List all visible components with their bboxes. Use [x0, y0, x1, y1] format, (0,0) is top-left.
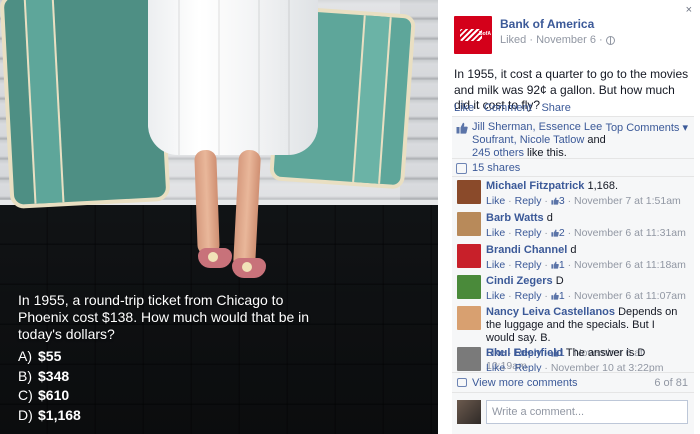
separator-dot: ·	[477, 102, 481, 114]
top-comments-dropdown[interactable]: Top Comments ▾	[605, 121, 688, 134]
comment-text: d	[570, 244, 577, 256]
thumbs-up-icon	[456, 122, 468, 134]
comment-body: Michael Fitzpatrick 1,168. Like · Reply ·…	[486, 180, 686, 208]
post-header: BofA Bank of America Liked · November 6 …	[454, 16, 615, 54]
suitcase-left	[0, 0, 171, 210]
likes-text: Jill Sherman, Essence Lee Soufrant, Nico…	[472, 121, 606, 159]
comment-like-link[interactable]: Like	[486, 290, 505, 302]
post-timestamp[interactable]: Liked · November 6 ·	[500, 34, 603, 46]
quiz-answer: B) $348	[18, 367, 70, 384]
view-more-comments-link[interactable]: View more comments	[472, 377, 578, 389]
comment-body: Rhul Edenfield The answer is D Like · Rep…	[486, 347, 686, 375]
avatar[interactable]	[457, 275, 481, 299]
avatar[interactable]	[457, 180, 481, 204]
thumbs-up-icon	[551, 291, 559, 300]
comment-item: Nancy Leiva Castellanos Depends on the l…	[452, 303, 694, 372]
comment-author-link[interactable]: Brandi Channel	[486, 244, 567, 256]
quiz-question: In 1955, a round-trip ticket from Chicag…	[18, 292, 310, 342]
post-meta: Liked · November 6 ·	[500, 34, 615, 46]
separator-dot: ·	[534, 102, 539, 114]
shoe-left	[198, 248, 232, 268]
comment-item: Barb Watts d Like · Reply · 2 · November …	[452, 209, 694, 240]
like-link[interactable]: Like	[454, 102, 474, 114]
comment-text: The answer is D	[565, 347, 646, 359]
close-icon[interactable]: ×	[686, 4, 692, 16]
comment-reply-link[interactable]: Reply	[515, 195, 542, 207]
share-link[interactable]: Share	[541, 102, 570, 114]
comment-meta: Like · Reply · 1 · November 6 at 11:18am	[486, 259, 686, 271]
share-icon	[456, 163, 467, 174]
comment-timestamp[interactable]: November 7 at 1:51am	[574, 195, 681, 207]
current-user-avatar	[457, 400, 481, 424]
comment-like-link[interactable]: Like	[486, 259, 505, 271]
thumbs-up-icon	[551, 196, 559, 205]
comment-reply-link[interactable]: Reply	[515, 290, 542, 302]
comment-timestamp[interactable]: November 6 at 11:31am	[574, 227, 686, 239]
shares-summary: 15 shares	[452, 159, 694, 177]
bank-of-america-logo[interactable]: BofA	[454, 16, 492, 54]
post-photo[interactable]: In 1955, a round-trip ticket from Chicag…	[0, 0, 438, 434]
view-more-row: View more comments 6 of 81	[452, 372, 694, 392]
comment-body: Barb Watts d Like · Reply · 2 · November …	[486, 212, 686, 240]
comment-author-link[interactable]: Nancy Leiva Castellanos	[486, 306, 615, 318]
comment-text: d	[546, 212, 553, 224]
quiz-answer: A) $55	[18, 348, 62, 364]
comment-reply-link[interactable]: Reply	[515, 259, 542, 271]
comment-item: Rhul Edenfield The answer is D Like · Rep…	[452, 344, 694, 375]
comment-item: Brandi Channel d Like · Reply · 1 · Novem…	[452, 241, 694, 272]
page-name-link[interactable]: Bank of America	[500, 17, 615, 31]
comment-text: 1,168.	[587, 180, 619, 192]
comment-text: D	[555, 275, 564, 287]
comment-like-link[interactable]: Like	[486, 227, 505, 239]
dress	[148, 0, 318, 155]
comment-timestamp[interactable]: November 6 at 11:18am	[574, 259, 686, 271]
avatar[interactable]	[457, 306, 481, 330]
likes-summary: Jill Sherman, Essence Lee Soufrant, Nico…	[452, 117, 694, 159]
write-comment-row: Write a comment...	[452, 392, 694, 434]
avatar[interactable]	[457, 244, 481, 268]
comment-link[interactable]: Comment	[484, 102, 532, 114]
comment-bubble-icon	[457, 378, 467, 387]
leg-left	[194, 149, 220, 256]
likes-others-link[interactable]: 245 others	[472, 147, 524, 159]
quiz-answer: D) $1,168	[18, 406, 81, 423]
avatar[interactable]	[457, 347, 481, 371]
shoe-right	[232, 258, 266, 278]
comment-reply-link[interactable]: Reply	[515, 227, 542, 239]
comment-meta: Like · Reply · 3 · November 7 at 1:51am	[486, 195, 681, 207]
comment-like-link[interactable]: Like	[486, 195, 505, 207]
comment-body: Cindi Zegers D Like · Reply · 1 · Novembe…	[486, 275, 686, 303]
post-actions: Like · Comment · Share	[454, 102, 571, 114]
comment-like-count[interactable]: 2	[559, 227, 565, 239]
comment-timestamp[interactable]: November 6 at 11:07am	[574, 290, 686, 302]
comment-meta: Like · Reply · 2 · November 6 at 11:31am	[486, 227, 686, 239]
comment-input[interactable]: Write a comment...	[486, 400, 688, 424]
globe-icon	[605, 35, 615, 45]
quiz-answer: C) $610	[18, 387, 70, 403]
comment-item: Cindi Zegers D Like · Reply · 1 · Novembe…	[452, 272, 694, 303]
comment-count: 6 of 81	[654, 377, 688, 389]
comment-author-link[interactable]: Cindi Zegers	[486, 275, 553, 287]
comment-like-count[interactable]: 3	[559, 195, 565, 207]
likers-names-link[interactable]: Jill Sherman, Essence Lee Soufrant, Nico…	[472, 121, 602, 146]
comment-author-link[interactable]: Michael Fitzpatrick	[486, 180, 584, 192]
comment-item: Michael Fitzpatrick 1,168. Like · Reply ·…	[452, 177, 694, 208]
shares-link[interactable]: 15 shares	[472, 162, 520, 174]
comment-like-count[interactable]: 1	[559, 290, 565, 302]
quiz-answers: A) $55 B) $348 C) $610 D) $1,168	[18, 347, 81, 425]
comments-section: Jill Sherman, Essence Lee Soufrant, Nico…	[452, 116, 694, 434]
comment-meta: Like · Reply · 1 · November 6 at 11:07am	[486, 290, 686, 302]
comment-body: Brandi Channel d Like · Reply · 1 · Novem…	[486, 244, 686, 272]
comment-like-count[interactable]: 1	[559, 259, 565, 271]
comment-author-link[interactable]: Rhul Edenfield	[486, 347, 563, 359]
thumbs-up-icon	[551, 260, 559, 269]
avatar[interactable]	[457, 212, 481, 236]
comment-author-link[interactable]: Barb Watts	[486, 212, 544, 224]
thumbs-up-icon	[551, 228, 559, 237]
